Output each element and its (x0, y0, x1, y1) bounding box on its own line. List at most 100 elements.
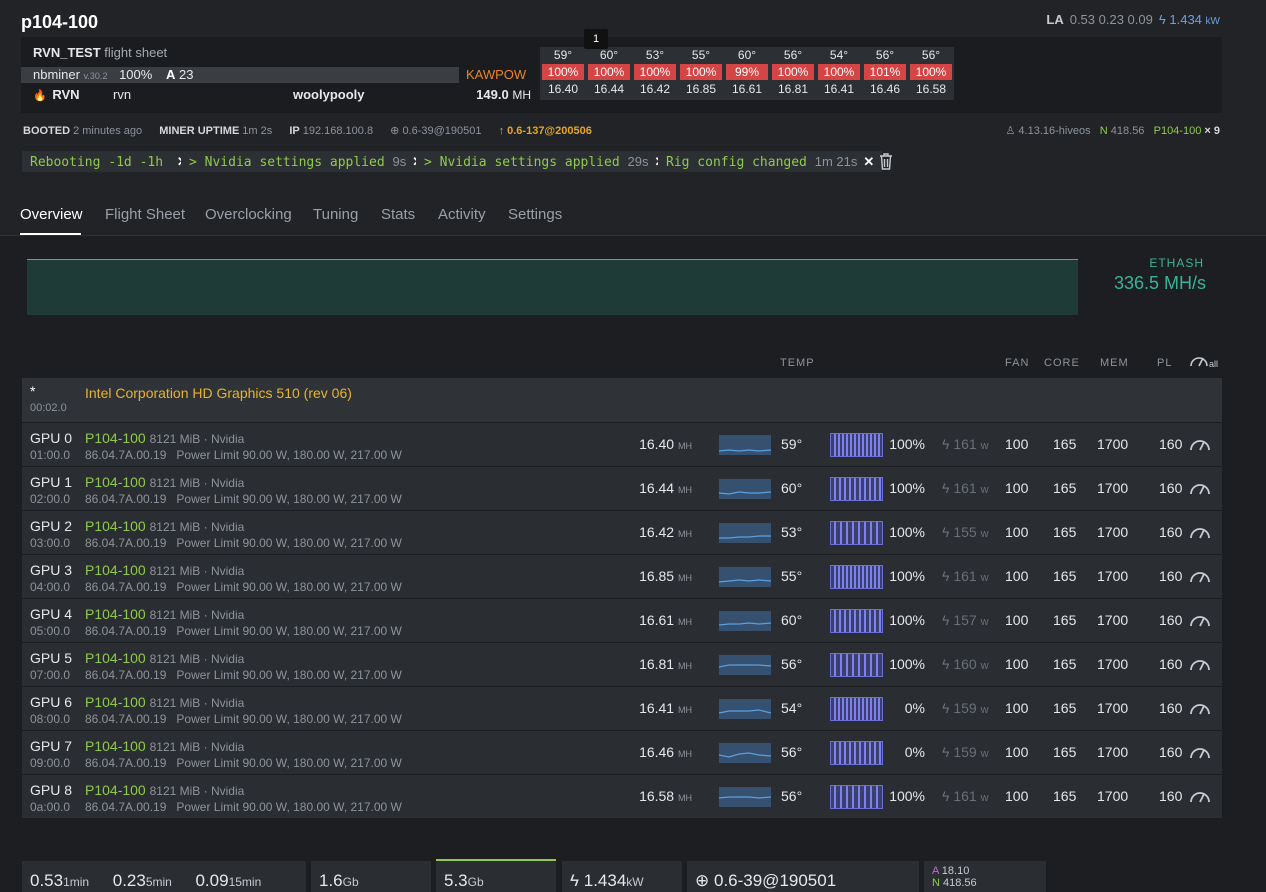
flight-sheet-title[interactable]: RVN_TEST flight sheet (33, 45, 167, 60)
gpu-mem-clock: 1700 (1097, 700, 1129, 716)
tab-tuning[interactable]: Tuning (313, 206, 358, 223)
gauge-icon[interactable] (1189, 436, 1211, 452)
message-item[interactable]: Rebooting -1d -1h ✕ (22, 151, 196, 172)
oc-all-button[interactable]: all (1189, 353, 1218, 370)
gpu-summary-fan: 101% (864, 64, 906, 80)
gpu-hashrate-unit: MH (678, 441, 692, 451)
gpu-model-name: P104-100 (85, 474, 146, 490)
message-item[interactable]: Rig config changed 1m 21s ✕ (658, 151, 883, 172)
update-icon[interactable]: ↑ (499, 125, 505, 137)
hive-update[interactable]: 0.6-137@200506 (507, 125, 592, 137)
gauge-icon[interactable] (1189, 744, 1211, 760)
gpu-hashrate: 16.85 MH (639, 568, 692, 584)
gpu-summary-card[interactable]: 56° 101% 16.46 (862, 47, 908, 100)
la-values: 0.53 0.23 0.09 (1069, 12, 1153, 27)
gpu-bus: 02:00.0 (30, 492, 71, 506)
gauge-icon[interactable] (1189, 568, 1211, 584)
gpu-core-clock: 165 (1053, 524, 1077, 540)
gpu-row[interactable]: GPU 1 02:00.0 P104-100 8121 MiB · Nvidia 86… (22, 466, 1222, 510)
flight-sheet-name[interactable]: RVN_TEST (33, 45, 101, 60)
gpu-hashrate-unit: MH (678, 573, 692, 583)
hashrate-chart (27, 259, 1078, 315)
col-core: CORE (1044, 357, 1080, 369)
gpu-fan: 100% (889, 788, 925, 804)
version-icon: ⊕ (695, 871, 710, 890)
gpu-summary-card[interactable]: 56° 100% 16.58 (908, 47, 954, 100)
la1-unit: 1min (63, 875, 90, 889)
bolt-icon: ϟ (942, 568, 950, 584)
tab-overview[interactable]: Overview (20, 206, 83, 223)
tab-flight-sheet[interactable]: Flight Sheet (105, 206, 185, 223)
rig-info-right: ♙ 4.13.16-hiveos N 418.56 P104-100 × 9 (1005, 124, 1220, 137)
gpu-summary-card[interactable]: 53° 100% 16.42 (632, 47, 678, 100)
miner-line: nbminer v.30.2 100% A 23 (33, 67, 193, 82)
gauge-icon[interactable] (1189, 480, 1211, 496)
tab-stats[interactable]: Stats (381, 206, 415, 223)
gpu-bus: 0a:00.0 (30, 800, 71, 814)
message-item[interactable]: > Nvidia settings applied 29s✕ (416, 151, 674, 172)
gauge-icon[interactable] (1189, 700, 1211, 716)
ip-label: IP (289, 125, 300, 137)
gpu-power-limit: Power Limit 90.00 W, 180.00 W, 217.00 W (176, 580, 402, 594)
gpu-fan: 100% (889, 480, 925, 496)
gpu-hashrate-unit: MH (678, 485, 692, 495)
tab-activity[interactable]: Activity (438, 206, 486, 223)
close-icon[interactable]: ✕ (863, 154, 874, 169)
gpu-hashrate-value: 16.42 (639, 524, 675, 540)
gpu-summary-card[interactable]: 59° 100% 16.40 (540, 47, 586, 100)
tab-overclocking[interactable]: Overclocking (205, 206, 292, 223)
gpu-power-limit-setting: 160 (1159, 656, 1183, 672)
ip-value[interactable]: 192.168.100.8 (303, 125, 373, 137)
gpu-temp-sparkline (719, 567, 771, 587)
gpu-hashrate-unit: MH (678, 661, 692, 671)
gauge-icon[interactable] (1189, 788, 1211, 804)
gpu-temp-sparkline (719, 479, 771, 499)
gpu-row[interactable]: GPU 4 05:00.0 P104-100 8121 MiB · Nvidia 86… (22, 598, 1222, 642)
nvidia-label: N (1099, 125, 1108, 137)
gpu-model-name: P104-100 (85, 694, 146, 710)
power-unit: kW (626, 875, 644, 889)
gpu-summary-card[interactable]: 54° 100% 16.41 (816, 47, 862, 100)
version-icon: ⊕ (390, 125, 400, 137)
stat-disk: 5.3Gb (436, 859, 556, 892)
gpu-row[interactable]: GPU 0 01:00.0 P104-100 8121 MiB · Nvidia 86… (22, 422, 1222, 466)
gpu-fan: 0% (904, 700, 925, 716)
gpu-hashrate-value: 16.44 (639, 480, 675, 496)
gpu-summary-card[interactable]: 56° 100% 16.81 (770, 47, 816, 100)
gpu-row[interactable]: GPU 2 03:00.0 P104-100 8121 MiB · Nvidia 86… (22, 510, 1222, 554)
gpu-row[interactable]: GPU 7 09:00.0 P104-100 8121 MiB · Nvidia 86… (22, 730, 1222, 774)
gauge-icon[interactable] (1189, 612, 1211, 628)
message-item[interactable]: > Nvidia settings applied 9s✕ (181, 151, 432, 172)
gpu-hashrate: 16.61 MH (639, 612, 692, 628)
gpu-summary-temp: 53° (645, 48, 665, 62)
gpu-fan-setting: 100 (1005, 524, 1029, 540)
tab-bar: Overview Flight Sheet Overclocking Tunin… (0, 196, 1266, 236)
gpu-id: GPU 1 (30, 474, 73, 490)
gpu-mem-clock: 1700 (1097, 612, 1129, 628)
gpu-summary-card[interactable]: 60° 99% 16.61 (724, 47, 770, 100)
gpu-hashrate-unit: MH (678, 617, 692, 627)
gauge-icon[interactable] (1189, 656, 1211, 672)
gpu-power-limit: Power Limit 90.00 W, 180.00 W, 217.00 W (176, 536, 402, 550)
gpu-power: ϟ 160 w (942, 656, 989, 672)
gpu-model-name: P104-100 (85, 562, 146, 578)
bolt-icon: ϟ (942, 788, 950, 804)
gpu-row[interactable]: GPU 3 04:00.0 P104-100 8121 MiB · Nvidia 86… (22, 554, 1222, 598)
gpu-summary-card[interactable]: 60° 100% 16.44 (586, 47, 632, 100)
gpu-power-limit-setting: 160 (1159, 700, 1183, 716)
gpu-temp: 60° (781, 480, 803, 496)
gpu-model: P104-100 8121 MiB · Nvidia (85, 606, 244, 622)
gpu-id: GPU 0 (30, 430, 73, 446)
tab-settings[interactable]: Settings (508, 206, 562, 223)
gpu-temp: 56° (781, 744, 803, 760)
gpu-row[interactable]: GPU 5 07:00.0 P104-100 8121 MiB · Nvidia 86… (22, 642, 1222, 686)
gpu-hashrate-value: 16.81 (639, 656, 675, 672)
gpu-summary-card[interactable]: 55° 100% 16.85 (678, 47, 724, 100)
gpu-power-limit: Power Limit 90.00 W, 180.00 W, 217.00 W (176, 800, 402, 814)
gpu-row[interactable]: GPU 6 08:00.0 P104-100 8121 MiB · Nvidia 86… (22, 686, 1222, 730)
message-time: 29s (627, 154, 649, 169)
gauge-icon[interactable] (1189, 524, 1211, 540)
gpu-row[interactable]: GPU 8 0a:00.0 P104-100 8121 MiB · Nvidia 86… (22, 774, 1222, 818)
gpu-bus: 09:00.0 (30, 756, 71, 770)
trash-icon[interactable] (878, 152, 894, 170)
